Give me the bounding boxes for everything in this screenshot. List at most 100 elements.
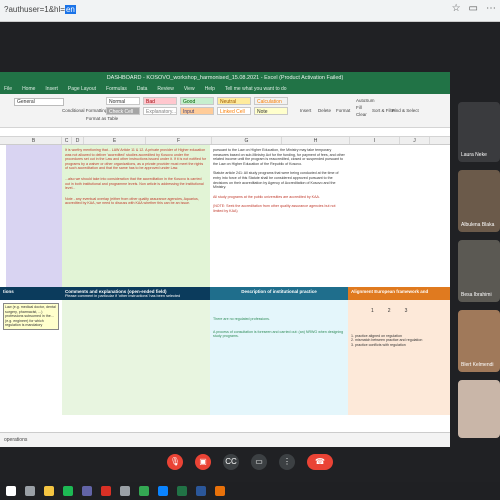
search-icon[interactable] (25, 486, 35, 496)
camera-off-icon[interactable]: ▣ (195, 454, 211, 470)
style-calculation[interactable]: Calculation (254, 97, 288, 105)
style-good[interactable]: Good (180, 97, 214, 105)
cell-description-lower[interactable]: There are no regulated professions. A pr… (210, 300, 348, 415)
participant-tile[interactable]: Laura Neke (458, 102, 500, 162)
participant-tile[interactable]: Blert Kelmendi (458, 310, 500, 372)
start-icon[interactable] (6, 486, 16, 496)
cell-left-lower[interactable]: Law (e.g. medical doctor, dental surgery… (0, 300, 62, 415)
notes-icon[interactable] (120, 486, 130, 496)
col-header[interactable]: C (62, 137, 72, 144)
style-neutral[interactable]: Neutral (217, 97, 251, 105)
url-text: ?authuser=1&hl= (4, 5, 65, 14)
cell-text: A process of consultation is foreseen an… (213, 329, 344, 339)
alignment-scale: 1 2 3 (371, 309, 447, 314)
tab-file[interactable]: File (4, 85, 12, 94)
chrome-icon[interactable] (139, 486, 149, 496)
acrobat-icon[interactable] (101, 486, 111, 496)
format-cells-button[interactable]: Format (336, 108, 350, 113)
tab-home[interactable]: Home (22, 85, 35, 94)
browser-toolbar: ?authuser=1&hl=en ☆ ▭ ⋯ (0, 0, 500, 22)
more-options-icon[interactable]: ⋮ (279, 454, 295, 470)
style-normal[interactable]: Normal (106, 97, 140, 105)
col-header[interactable]: J (400, 137, 430, 144)
tell-me-search[interactable]: Tell me what you want to do (225, 85, 287, 94)
style-bad[interactable]: Bad (143, 97, 177, 105)
col-header[interactable]: H (282, 137, 350, 144)
excel-icon[interactable] (177, 486, 187, 496)
meeting-stage: DASHBOARD - KOSOVO_workshop_harmonised_1… (0, 22, 500, 482)
cell-description-upper[interactable]: pursuant to the Law on Higher Education,… (210, 145, 348, 287)
cell-alignment-upper[interactable] (348, 145, 450, 287)
participant-name: Albulena Blaka (461, 222, 495, 228)
col-header[interactable]: E (84, 137, 146, 144)
cell-text: (NOTE: Seek the accreditation from other… (213, 204, 336, 213)
teams-icon[interactable] (82, 486, 92, 496)
col-header[interactable]: F (146, 137, 212, 144)
scale-value: 2 (387, 308, 391, 314)
style-explanatory[interactable]: Explanatory... (143, 107, 177, 115)
tab-page-layout[interactable]: Page Layout (68, 85, 96, 94)
number-format-box[interactable]: General (14, 98, 64, 106)
find-select-button[interactable]: Find & Select (392, 108, 419, 113)
conditional-formatting-button[interactable]: Conditional Formatting (62, 108, 107, 113)
tab-review[interactable]: Review (157, 85, 173, 94)
tab-help[interactable]: Help (205, 85, 215, 94)
style-input[interactable]: Input (180, 107, 214, 115)
cell-lavender[interactable] (6, 145, 62, 287)
scale-value: 3 (404, 308, 408, 314)
header-text: Alignment European framework and (351, 289, 429, 294)
captions-icon[interactable]: CC (223, 454, 239, 470)
menu-icon[interactable]: ⋯ (486, 3, 496, 14)
cell-alignment-lower[interactable]: 1 2 3 1. practice aligned on regulation … (348, 300, 450, 415)
clear-button[interactable]: Clear (356, 112, 367, 117)
cell-text: It is worthy mentioning that... LAW Arti… (65, 148, 207, 171)
address-bar[interactable]: ?authuser=1&hl=en (0, 2, 400, 18)
cell-comments-upper[interactable]: It is worthy mentioning that... LAW Arti… (62, 145, 210, 287)
tab-data[interactable]: Data (137, 85, 148, 94)
tab-view[interactable]: View (184, 85, 195, 94)
word-icon[interactable] (196, 486, 206, 496)
cell-text: All study programs at the public univers… (213, 194, 320, 199)
description-header: Description of institutional practice (210, 287, 348, 300)
formula-bar[interactable] (0, 128, 450, 137)
style-check-cell[interactable]: Check Cell (106, 107, 140, 115)
col-header[interactable]: I (350, 137, 400, 144)
ribbon-tabs: File Home Insert Page Layout Formulas Da… (0, 85, 450, 94)
participant-name: Besa Ibrahimi (461, 292, 492, 298)
autosum-button[interactable]: AutoSum (356, 98, 375, 103)
bookmark-icon[interactable]: ☆ (452, 3, 461, 14)
folder-icon[interactable] (44, 486, 54, 496)
app-icon[interactable] (215, 486, 225, 496)
end-call-icon[interactable]: ☎ (307, 454, 333, 470)
participant-name: Blert Kelmendi (461, 362, 494, 368)
cell-comments-lower[interactable] (62, 300, 210, 415)
cell-text: Statute article 241: All study programs … (213, 171, 339, 190)
scale-value: 1 (371, 308, 374, 314)
col-header[interactable]: D (72, 137, 84, 144)
format-as-table-button[interactable]: Format as Table (86, 116, 118, 121)
participant-tile[interactable]: Albulena Blaka (458, 170, 500, 232)
style-note[interactable]: Note (254, 107, 288, 115)
style-linked-cell[interactable]: Linked Cell (217, 107, 251, 115)
participant-name: Laura Neke (461, 152, 487, 158)
header-subtext: Please comment in particular if 'other i… (65, 294, 181, 298)
tab-insert[interactable]: Insert (45, 85, 58, 94)
alignment-header: Alignment European framework and (348, 287, 450, 300)
participant-tile[interactable]: Besa Ibrahimi (458, 240, 500, 302)
call-controls: 🎙 ▣ CC ▭ ⋮ ☎ (0, 442, 500, 482)
delete-cells-button[interactable]: Delete (318, 108, 331, 113)
insert-cells-button[interactable]: Insert (300, 108, 311, 113)
col-header[interactable]: G (212, 137, 282, 144)
tab-formulas[interactable]: Formulas (106, 85, 127, 94)
present-icon[interactable]: ▭ (251, 454, 267, 470)
mic-off-icon[interactable]: 🎙 (167, 454, 183, 470)
fill-button[interactable]: Fill (356, 105, 362, 110)
participant-tile[interactable] (458, 380, 500, 438)
col-header[interactable]: B (6, 137, 62, 144)
edge-icon[interactable] (158, 486, 168, 496)
spotify-icon[interactable] (63, 486, 73, 496)
note-box: Law (e.g. medical doctor, dental surgery… (3, 303, 59, 330)
worksheet-grid[interactable]: It is worthy mentioning that... LAW Arti… (0, 145, 450, 425)
window-icon[interactable]: ▭ (469, 3, 478, 14)
excel-title-bar: DASHBOARD - KOSOVO_workshop_harmonised_1… (0, 72, 450, 85)
